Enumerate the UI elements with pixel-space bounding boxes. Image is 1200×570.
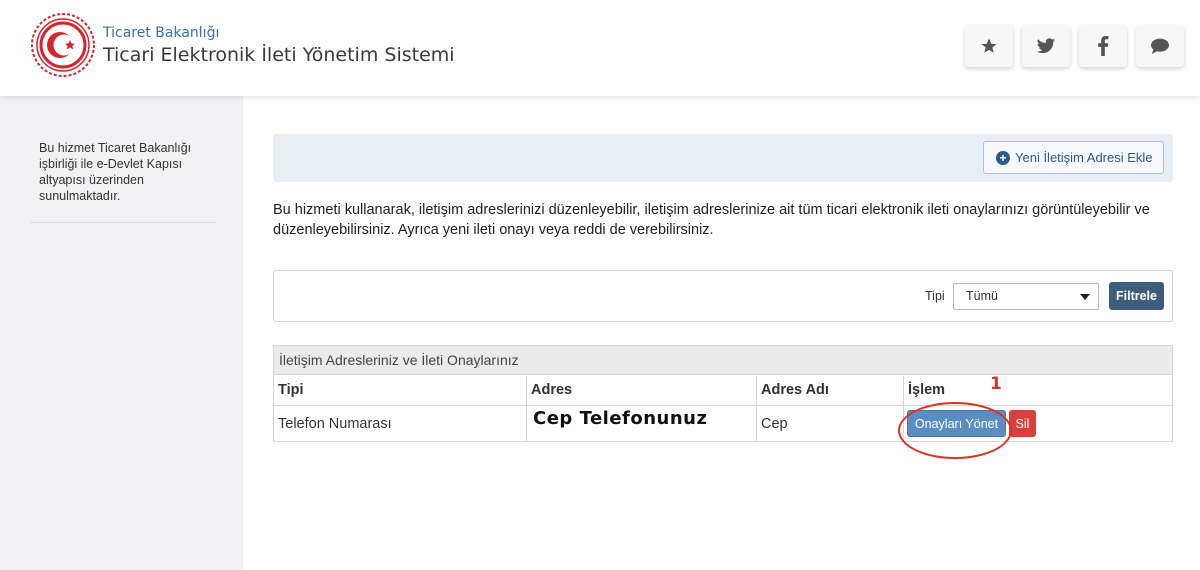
type-filter-value: Tümü <box>966 289 998 303</box>
column-header-address-name: Adres Adı <box>761 382 829 398</box>
favorite-button[interactable] <box>965 25 1013 67</box>
chat-icon <box>1151 38 1169 55</box>
table-divider <box>274 405 1172 406</box>
filter-button[interactable]: Filtrele <box>1109 282 1164 310</box>
type-filter-select[interactable]: Tümü <box>953 283 1099 310</box>
facebook-icon <box>1098 36 1109 56</box>
twitter-icon <box>1036 38 1056 54</box>
annotation-highlight <box>898 402 1012 459</box>
twitter-button[interactable] <box>1022 25 1070 67</box>
ministry-name[interactable]: Ticaret Bakanlığı <box>103 25 219 41</box>
sidebar-info-text: Bu hizmet Ticaret Bakanlığı işbirliği il… <box>39 141 192 203</box>
addresses-table: İletişim Adresleriniz ve İleti Onayların… <box>273 345 1173 442</box>
cell-address: Cep Telefonunuz <box>533 408 708 429</box>
facebook-button[interactable] <box>1079 25 1127 67</box>
column-header-address: Adres <box>531 382 573 398</box>
column-header-action: İşlem <box>908 382 946 398</box>
column-header-type: Tipi <box>278 382 304 398</box>
service-description: Bu hizmeti kullanarak, iletişim adresler… <box>273 202 1150 238</box>
delete-button[interactable]: Sil <box>1009 410 1036 437</box>
add-address-button[interactable]: + Yeni İletişim Adresi Ekle <box>983 141 1164 174</box>
annotation-number: 1 <box>990 374 1002 394</box>
caret-down-icon <box>1080 294 1090 300</box>
feedback-button[interactable] <box>1136 25 1184 67</box>
plus-circle-icon: + <box>996 150 1010 165</box>
star-icon <box>981 38 997 53</box>
system-title[interactable]: Ticari Elektronik İleti Yönetim Sistemi <box>103 44 455 66</box>
ministry-logo-icon <box>30 12 96 78</box>
sidebar-divider <box>30 222 216 223</box>
app-header: Ticaret Bakanlığı Ticari Elektronik İlet… <box>0 0 1200 96</box>
cell-address-name: Cep <box>761 416 788 432</box>
table-title: İletişim Adresleriniz ve İleti Onayların… <box>274 346 1172 375</box>
cell-type: Telefon Numarası <box>278 416 392 432</box>
add-address-label: Yeni İletişim Adresi Ekle <box>1015 150 1153 165</box>
type-filter-label: Tipi <box>925 289 945 303</box>
